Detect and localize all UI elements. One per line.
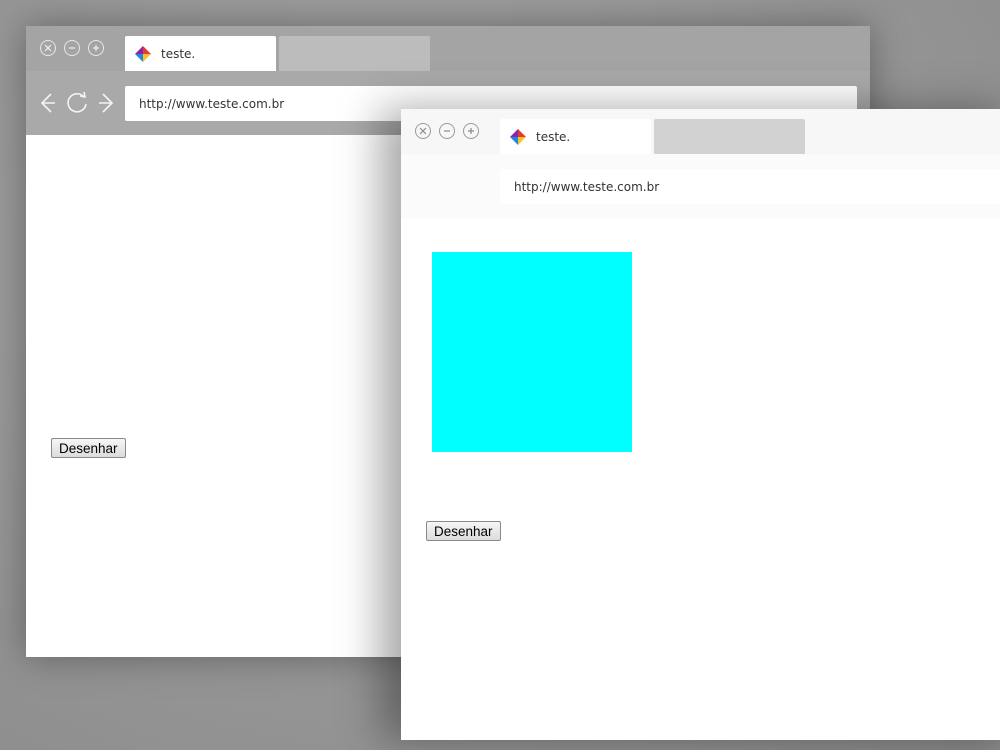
tab-inactive[interactable] — [279, 36, 430, 71]
page-content: Desenhar — [401, 218, 1000, 740]
title-bar: teste. http://www.teste.com.br — [401, 109, 1000, 218]
drawn-square-canvas — [432, 252, 632, 452]
tab-active[interactable]: teste. — [500, 119, 651, 154]
refresh-icon[interactable] — [65, 91, 89, 115]
close-icon[interactable] — [415, 123, 431, 139]
nav-buttons — [38, 91, 116, 115]
minimize-icon[interactable] — [439, 123, 455, 139]
back-arrow-icon[interactable] — [38, 91, 56, 115]
maximize-icon[interactable] — [88, 40, 104, 56]
minimize-icon[interactable] — [64, 40, 80, 56]
tab-title: teste. — [536, 129, 571, 144]
close-icon[interactable] — [40, 40, 56, 56]
browser-window-front: teste. http://www.teste.com.br Desenhar — [401, 109, 1000, 740]
maximize-icon[interactable] — [463, 123, 479, 139]
favicon-icon — [135, 45, 151, 62]
address-bar[interactable]: http://www.teste.com.br — [500, 169, 1000, 204]
tab-active[interactable]: teste. — [125, 36, 276, 71]
tab-inactive[interactable] — [654, 119, 805, 154]
window-controls — [40, 40, 104, 56]
favicon-icon — [510, 128, 526, 145]
nav-bar: http://www.teste.com.br — [401, 154, 1000, 218]
tab-title: teste. — [161, 46, 196, 61]
window-controls — [415, 123, 479, 139]
desenhar-button[interactable]: Desenhar — [426, 521, 501, 541]
forward-arrow-icon[interactable] — [98, 91, 116, 115]
desenhar-button[interactable]: Desenhar — [51, 438, 126, 458]
